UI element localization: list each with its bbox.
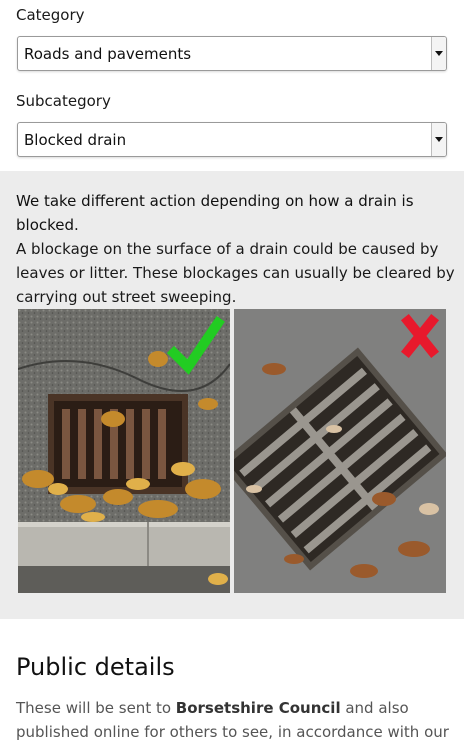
drain-notice-panel: We take different action depending on ho… — [0, 171, 464, 619]
public-details-heading: Public details — [16, 653, 175, 681]
subcategory-select[interactable]: Blocked drain — [17, 122, 447, 157]
category-field: Category Roads and pavements — [0, 0, 464, 71]
subcategory-select-value: Blocked drain — [24, 131, 127, 149]
public-details-section: Public details These will be sent to Bor… — [16, 652, 456, 744]
deep-blockage-photo — [234, 309, 446, 593]
council-name: Borsetshire Council — [175, 699, 341, 717]
dropdown-arrow-icon — [431, 123, 446, 156]
dropdown-arrow-icon — [431, 37, 446, 70]
subcategory-label: Subcategory — [16, 92, 111, 110]
surface-blockage-photo — [18, 309, 230, 593]
public-details-text: These will be sent to Borsetshire Counci… — [16, 696, 456, 744]
category-select[interactable]: Roads and pavements — [17, 36, 447, 71]
notice-text: A blockage on the surface of a drain cou… — [16, 240, 455, 306]
public-details-text-start: These will be sent to — [16, 699, 176, 717]
category-select-value: Roads and pavements — [24, 45, 192, 63]
subcategory-field: Subcategory Blocked drain — [0, 71, 464, 157]
drain-photos — [18, 309, 446, 593]
category-label: Category — [16, 6, 85, 24]
notice-title: We take different action depending on ho… — [16, 192, 414, 234]
